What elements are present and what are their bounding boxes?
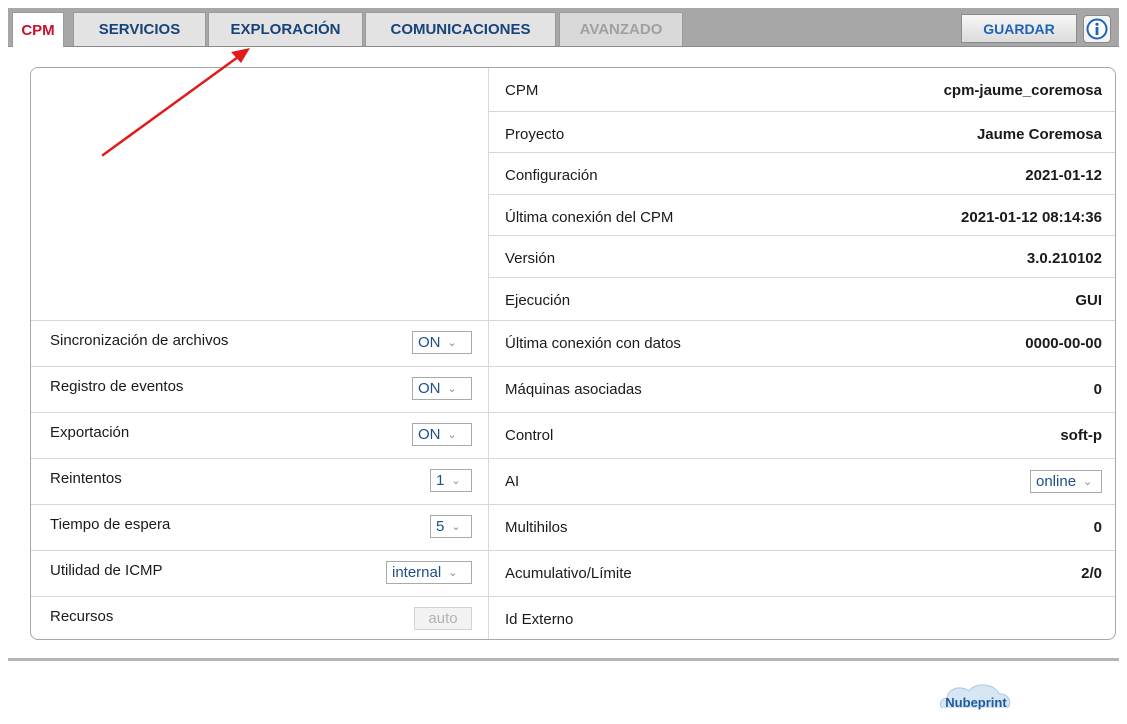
sync-select[interactable]: ON ⌄ — [412, 331, 472, 354]
select-value: 1 — [436, 472, 445, 489]
info-value: 0 — [1093, 519, 1102, 536]
info-value: Jaume Coremosa — [976, 126, 1102, 143]
chevron-down-icon: ⌄ — [447, 383, 457, 395]
chevron-down-icon: ⌄ — [451, 521, 461, 533]
info-row-ejecucion: Ejecución GUI — [489, 277, 1115, 320]
info-label: Ejecución — [505, 292, 571, 309]
info-row-proyecto: Proyecto Jaume Coremosa — [489, 111, 1115, 152]
info-value: 0 — [1093, 381, 1102, 398]
info-row-version: Versión 3.0.210102 — [489, 235, 1115, 277]
tab-label: COMUNICACIONES — [390, 21, 531, 38]
tab-cpm[interactable]: CPM — [12, 12, 64, 47]
info-row-cpm: CPM cpm-jaume_coremosa — [489, 68, 1115, 111]
tab-exploracion[interactable]: EXPLORACIÓN — [208, 12, 363, 46]
setting-row-sincronizacion: Sincronización de archivos ON ⌄ — [31, 320, 488, 366]
select-value: ON — [418, 380, 441, 397]
tab-label: AVANZADO — [579, 21, 663, 38]
info-label: Última conexión del CPM — [505, 209, 674, 226]
setting-row-recursos: Recursos auto — [31, 596, 488, 639]
chevron-down-icon: ⌄ — [451, 475, 461, 487]
info-value: soft-p — [1060, 427, 1102, 444]
info-label: CPM — [505, 82, 539, 99]
setting-label: Registro de eventos — [50, 378, 184, 395]
resources-field: auto — [414, 607, 472, 630]
event-log-select[interactable]: ON ⌄ — [412, 377, 472, 400]
select-value: internal — [392, 564, 442, 581]
info-value: cpm-jaume_coremosa — [943, 82, 1102, 99]
info-row-maquinas: Máquinas asociadas 0 — [489, 366, 1115, 412]
info-button[interactable] — [1083, 15, 1111, 43]
info-row-ultima-conexion-datos: Última conexión con datos 0000-00-00 — [489, 320, 1115, 366]
tab-label: SERVICIOS — [98, 21, 181, 38]
info-icon — [1086, 18, 1108, 40]
setting-label: Utilidad de ICMP — [50, 562, 163, 579]
footer-divider — [8, 658, 1119, 661]
retries-select[interactable]: 1 ⌄ — [430, 469, 472, 492]
select-value: ON — [418, 426, 441, 443]
info-value: 0000-00-00 — [1025, 335, 1102, 352]
info-label: Configuración — [505, 167, 598, 184]
tab-label: EXPLORACIÓN — [230, 21, 341, 38]
chevron-down-icon: ⌄ — [447, 337, 457, 349]
setting-label: Reintentos — [50, 470, 122, 487]
chevron-down-icon: ⌄ — [447, 429, 457, 441]
info-label: Proyecto — [505, 126, 565, 143]
nubeprint-logo: Nubeprint — [939, 684, 1011, 710]
info-value: 2021-01-12 — [1025, 167, 1102, 184]
info-value: 3.0.210102 — [1026, 250, 1102, 267]
info-label: Acumulativo/Límite — [505, 565, 632, 582]
field-value: auto — [428, 610, 458, 627]
setting-row-exportacion: Exportación ON ⌄ — [31, 412, 488, 458]
save-button-label: GUARDAR — [983, 20, 1055, 37]
info-label: Máquinas asociadas — [505, 381, 642, 398]
tab-label: CPM — [21, 21, 55, 39]
select-value: 5 — [436, 518, 445, 535]
chevron-down-icon: ⌄ — [1083, 476, 1093, 488]
tab-bar: CPM SERVICIOS EXPLORACIÓN COMUNICACIONES… — [8, 8, 1119, 47]
info-label: Control — [505, 427, 554, 444]
chevron-down-icon: ⌄ — [448, 567, 458, 579]
tab-comunicaciones[interactable]: COMUNICACIONES — [365, 12, 556, 46]
info-row-id-externo: Id Externo — [489, 596, 1115, 639]
icmp-select[interactable]: internal ⌄ — [386, 561, 472, 584]
preview-area — [31, 68, 488, 312]
info-row-ultima-conexion-cpm: Última conexión del CPM 2021-01-12 08:14… — [489, 194, 1115, 235]
info-row-configuracion: Configuración 2021-01-12 — [489, 152, 1115, 194]
timeout-select[interactable]: 5 ⌄ — [430, 515, 472, 538]
info-label: Id Externo — [505, 611, 574, 628]
setting-label: Exportación — [50, 424, 130, 441]
ai-select[interactable]: online ⌄ — [1030, 470, 1102, 493]
info-row-acumulativo: Acumulativo/Límite 2/0 — [489, 550, 1115, 596]
info-value: GUI — [1075, 292, 1102, 309]
setting-label: Tiempo de espera — [50, 516, 171, 533]
info-label: Última conexión con datos — [505, 335, 681, 352]
cpm-panel: Sincronización de archivos ON ⌄ Registro … — [30, 67, 1116, 640]
setting-row-reintentos: Reintentos 1 ⌄ — [31, 458, 488, 504]
setting-row-icmp: Utilidad de ICMP internal ⌄ — [31, 550, 488, 596]
info-row-ai: AI online ⌄ — [489, 458, 1115, 504]
select-value: online — [1036, 473, 1077, 490]
info-row-control: Control soft-p — [489, 412, 1115, 458]
tab-avanzado[interactable]: AVANZADO — [559, 12, 683, 46]
info-label: Versión — [505, 250, 556, 267]
tab-servicios[interactable]: SERVICIOS — [73, 12, 206, 46]
export-select[interactable]: ON ⌄ — [412, 423, 472, 446]
logo-text: Nubeprint — [945, 695, 1007, 710]
setting-row-tiempo: Tiempo de espera 5 ⌄ — [31, 504, 488, 550]
setting-label: Recursos — [50, 608, 114, 625]
info-label: Multihilos — [505, 519, 568, 536]
select-value: ON — [418, 334, 441, 351]
info-row-multihilos: Multihilos 0 — [489, 504, 1115, 550]
info-value: 2/0 — [1081, 565, 1102, 582]
save-button[interactable]: GUARDAR — [961, 14, 1077, 43]
info-value: 2021-01-12 08:14:36 — [961, 209, 1102, 226]
setting-row-registro: Registro de eventos ON ⌄ — [31, 366, 488, 412]
setting-label: Sincronización de archivos — [50, 332, 229, 349]
info-label: AI — [505, 473, 520, 490]
